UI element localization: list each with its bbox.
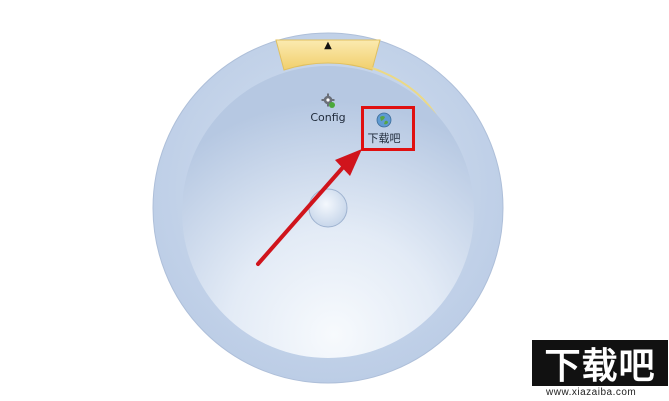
watermark-logo: 下载吧 <box>532 340 668 387</box>
config-label: Config <box>310 111 346 124</box>
launcher-item-config[interactable]: Config <box>305 93 351 124</box>
watermark-url: www.xiazaiba.com <box>546 387 637 398</box>
annotation-highlight-box <box>361 106 415 151</box>
watermark: 下载吧 www.xiazaiba.com <box>528 340 668 400</box>
gear-icon <box>321 93 335 108</box>
center-knob[interactable] <box>308 188 348 228</box>
collapse-arrow-icon[interactable]: ▲ <box>321 40 335 51</box>
launcher-stage: ▲ Config 下载吧 下载吧 www.xiazaiba.com <box>0 0 669 401</box>
